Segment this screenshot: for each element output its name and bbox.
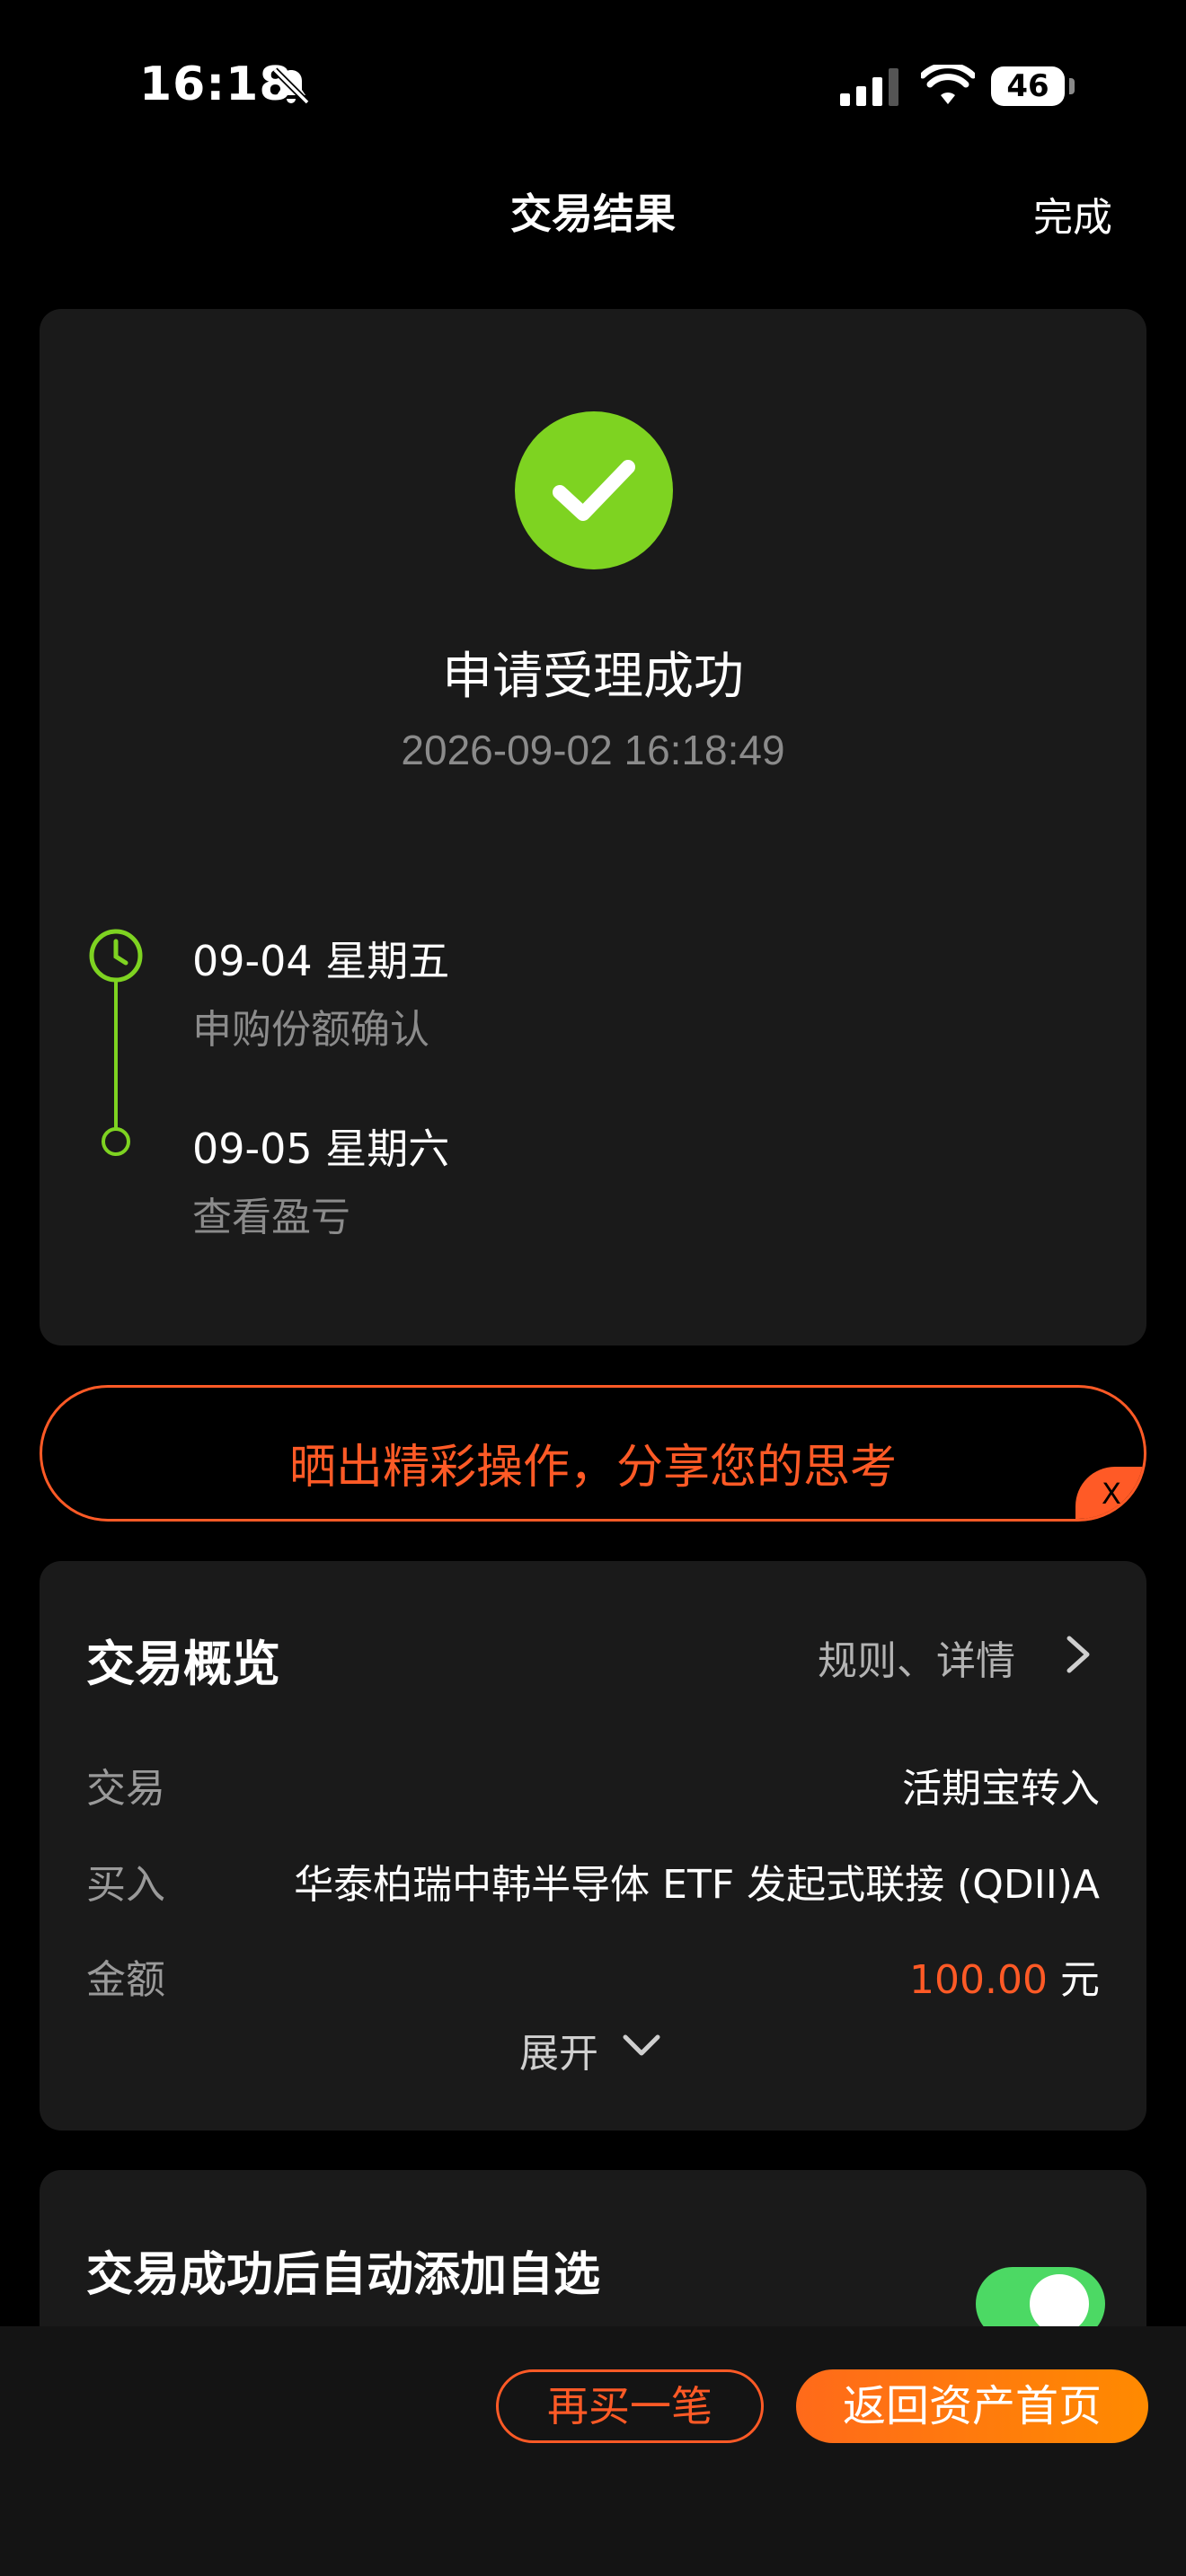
page-title: 交易结果 xyxy=(510,190,676,238)
return-home-button[interactable]: 返回资产首页 xyxy=(796,2369,1148,2443)
timeline-line xyxy=(114,979,118,1137)
amount-number: 100.00 xyxy=(909,1957,1048,2003)
share-banner-text: 晒出精彩操作，分享您的思考 xyxy=(288,1441,897,1495)
share-banner[interactable]: 晒出精彩操作，分享您的思考 X xyxy=(40,1385,1146,1522)
rebuy-button[interactable]: 再买一笔 xyxy=(496,2369,764,2443)
overview-label-amount: 金额 xyxy=(86,1957,165,2003)
battery-tip xyxy=(1069,78,1075,94)
chevron-right-icon[interactable] xyxy=(1060,1633,1096,1676)
timeline-date-1: 09-04 星期五 xyxy=(192,937,450,985)
done-button[interactable]: 完成 xyxy=(1033,185,1112,243)
rules-details-link[interactable]: 规则、详情 xyxy=(818,1628,1015,1686)
expand-button[interactable]: 展开 xyxy=(519,2021,598,2078)
amount-unit: 元 xyxy=(1060,1957,1100,2003)
bell-slash-icon xyxy=(272,67,310,105)
timeline-desc-1: 申购份额确认 xyxy=(192,1007,429,1053)
timeline-date-2: 09-05 星期六 xyxy=(192,1125,450,1173)
toggle-knob xyxy=(1030,2274,1089,2333)
overview-value-amount: 100.00 元 xyxy=(909,1947,1100,2005)
bottom-action-bar xyxy=(0,2326,1186,2576)
result-time: 2026-09-02 16:18:49 xyxy=(401,727,785,773)
overview-title: 交易概览 xyxy=(86,1636,280,1692)
timeline-dot-icon xyxy=(102,1127,130,1156)
overview-value-fund: 华泰柏瑞中韩半导体 ETF 发起式联接 (QDII)A xyxy=(294,1862,1100,1908)
wifi-icon xyxy=(921,65,975,104)
battery-icon: 46 xyxy=(991,66,1065,106)
chevron-down-icon[interactable] xyxy=(620,2030,663,2062)
overview-label-trade: 交易 xyxy=(86,1766,165,1812)
signal-icon xyxy=(840,68,898,106)
overview-value-trade: 活期宝转入 xyxy=(902,1766,1100,1812)
timeline-desc-2: 查看盈亏 xyxy=(192,1195,350,1240)
overview-label-buy: 买入 xyxy=(86,1862,165,1908)
clock-icon xyxy=(89,929,143,983)
success-check-icon xyxy=(515,411,673,569)
auto-add-title: 交易成功后自动添加自选 xyxy=(86,2248,601,2302)
result-title: 申请受理成功 xyxy=(442,648,744,706)
